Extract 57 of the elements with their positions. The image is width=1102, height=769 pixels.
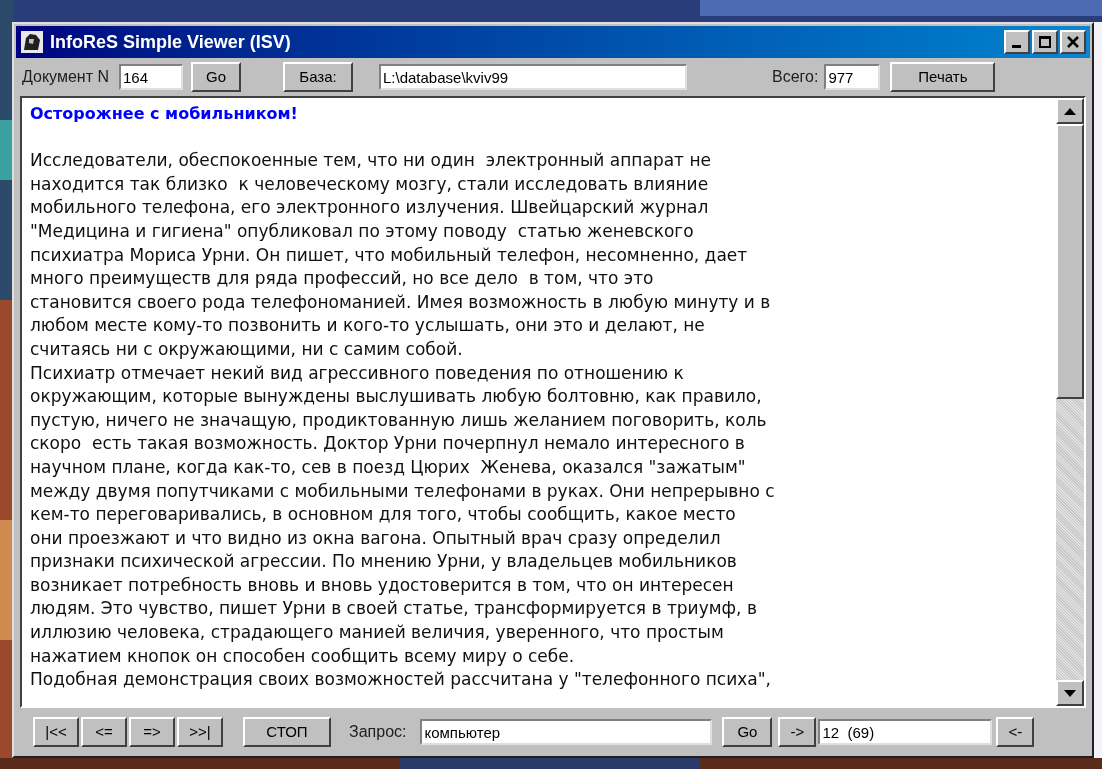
- hits-field[interactable]: 12 (69): [818, 719, 993, 745]
- base-button[interactable]: База:: [283, 62, 353, 92]
- text-line: научном плане, когда как-то, сев в поезд Цюрих Женева, оказался "зажатым": [30, 455, 747, 479]
- document-number-label: Документ N: [22, 67, 109, 87]
- app-icon: [20, 30, 44, 54]
- text-line: кем-то переговаривались, в основном для того, чтобы сообщить, какое место: [30, 503, 737, 527]
- text-line: людям. Это чувство, пишет Урни в своей статье, трансформируется в триумф, в: [30, 597, 758, 621]
- up-arrow-icon: [1064, 107, 1076, 115]
- maximize-button[interactable]: [1032, 30, 1058, 54]
- text-line: скоро есть такая возможность. Доктор Урни почерпнул немало интересного в: [30, 432, 746, 456]
- scroll-down-button[interactable]: [1056, 680, 1084, 706]
- text-line: иллюзию человека, страдающего манией величия, уверенного, что простым: [30, 621, 725, 645]
- query-field[interactable]: компьютер: [420, 719, 713, 745]
- minimize-icon: [1011, 45, 1021, 48]
- go-button[interactable]: Go: [722, 717, 773, 747]
- stop-button[interactable]: СТОП: [243, 717, 331, 747]
- text-line: пустую, ничего не значащую, продиктованную лишь желанием поговорить, коль: [30, 408, 768, 432]
- text-line: мобильного телефона, его электронного излучения. Швейцарский журнал: [30, 196, 710, 220]
- text-line: психиатра Мориса Урни. Он пишет, что мобильный телефон, несомненно, дает: [30, 243, 749, 267]
- text-line: Психиатр отмечает некий вид агрессивного поведения по отношению к: [30, 361, 685, 385]
- query-label: Запрос:: [349, 722, 407, 742]
- text-line: окружающим, которые вынуждены выслушивать любую болтовню, как правило,: [30, 385, 763, 409]
- text-line: нажатием кнопок он способен сообщить всему миру о себе.: [30, 644, 576, 668]
- text-line: возникает потребность вновь и вновь удостоверится в том, что он интересен: [30, 573, 735, 597]
- next-hit-button[interactable]: ->: [778, 717, 817, 747]
- print-button[interactable]: Печать: [890, 62, 996, 92]
- go-button[interactable]: Go: [191, 62, 241, 92]
- maximize-icon: [1038, 35, 1052, 49]
- total-label: Всего:: [772, 67, 819, 87]
- navigation-button[interactable]: >>|: [177, 717, 223, 747]
- text-line: любом месте кому-то позвонить и кого-то услышать, они это и делают, не: [30, 314, 706, 338]
- document-title: Осторожнее с мобильником!: [30, 103, 299, 125]
- text-line: считаясь ни с окружающими, ни с самим собой.: [30, 337, 464, 361]
- text-line: признаки психической агрессии. По мнению Урни, у владельцев мобильников: [30, 550, 738, 574]
- base-path-field[interactable]: L:\database\kviv99: [379, 64, 687, 90]
- navigation-button[interactable]: |<<: [33, 717, 79, 747]
- text-line: между двумя попутчиками с мобильными телефонами в руках. Они непрерывно с: [30, 479, 776, 503]
- text-line: много преимуществ для ряда профессий, но все дело в том, что это: [30, 267, 655, 291]
- scrollbar[interactable]: [1056, 98, 1084, 706]
- scrollbar-thumb[interactable]: [1056, 124, 1084, 399]
- text-line: находится так близко к человеческому мозгу, стали исследовать влияние: [30, 172, 710, 196]
- text-line: Исследователи, обеспокоенные тем, что ни один электронный аппарат не: [30, 149, 712, 173]
- text-line: Подобная демонстрация своих возможностей рассчитана у "телефонного психа",: [30, 668, 772, 692]
- scroll-up-button[interactable]: [1056, 98, 1084, 124]
- close-icon: [1066, 35, 1080, 49]
- text-line: "Медицина и гигиена" опубликовал по этому поводу статью женевского: [30, 219, 695, 243]
- minimize-button[interactable]: [1004, 30, 1030, 54]
- close-button[interactable]: [1060, 30, 1086, 54]
- navigation-button[interactable]: =>: [129, 717, 175, 747]
- previous-hit-button[interactable]: <-: [996, 717, 1035, 747]
- document-number-field[interactable]: 164: [119, 64, 183, 90]
- text-line: они проезжают и что видно из окна вагона. Опытный врач сразу определил: [30, 526, 722, 550]
- down-arrow-icon: [1064, 689, 1076, 697]
- navigation-button[interactable]: <=: [81, 717, 127, 747]
- window-title: InfoReS Simple Viewer (ISV): [50, 30, 292, 54]
- text-line: становится своего рода телефономанией. Имея возможность в любую минуту и в: [30, 290, 772, 314]
- total-field[interactable]: 977: [824, 64, 881, 90]
